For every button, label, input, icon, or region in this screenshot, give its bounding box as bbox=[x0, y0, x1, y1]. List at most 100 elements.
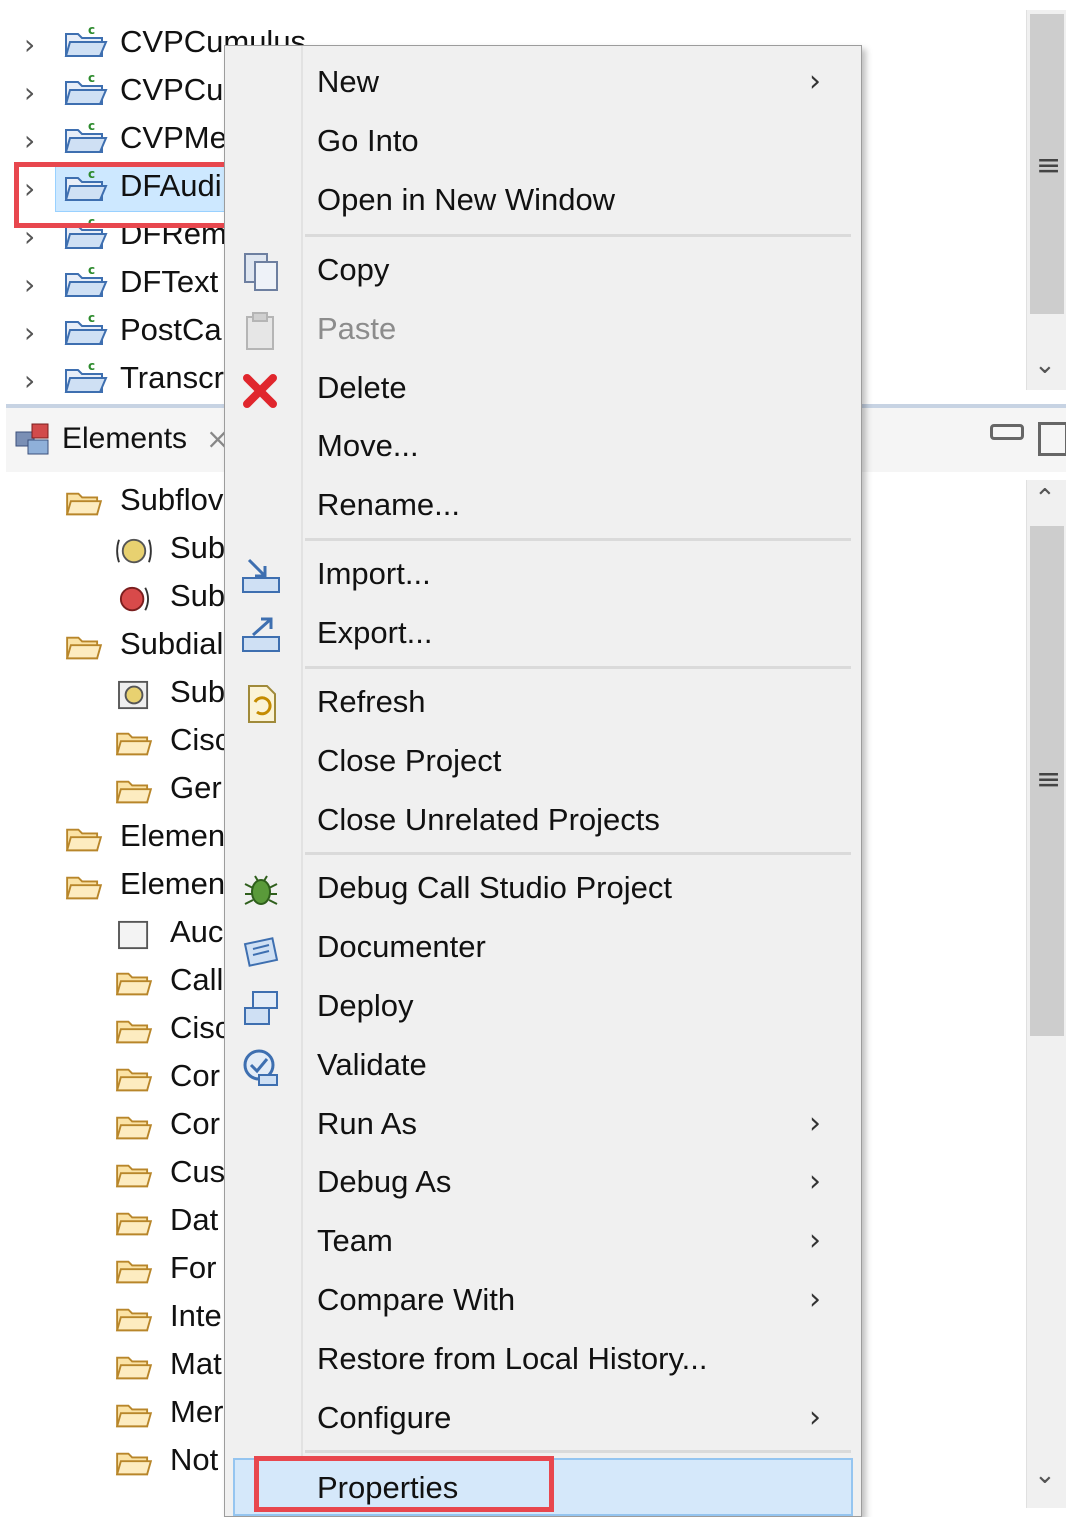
submenu-arrow-icon: › bbox=[809, 1400, 821, 1435]
expand-chevron-icon[interactable]: › bbox=[24, 316, 35, 349]
menu-item-label: Open in New Window bbox=[317, 182, 616, 217]
menu-item-label: Import... bbox=[317, 556, 431, 591]
expand-chevron-icon[interactable]: › bbox=[24, 124, 35, 157]
elements-tree-label: Subdial bbox=[120, 626, 224, 661]
properties-highlight-box bbox=[254, 1456, 554, 1512]
scroll-grip-icon: ≡ bbox=[1036, 762, 1062, 797]
menu-item-open-new-window[interactable]: Open in New Window bbox=[225, 172, 861, 230]
menu-item-new[interactable]: New › bbox=[225, 54, 861, 112]
menu-separator bbox=[305, 666, 851, 669]
menu-item-label: Documenter bbox=[317, 929, 486, 964]
folder-icon bbox=[65, 492, 103, 516]
submenu-arrow-icon: › bbox=[809, 1282, 821, 1317]
expand-chevron-icon[interactable]: › bbox=[24, 76, 35, 109]
menu-item-debug-as[interactable]: Debug As › bbox=[225, 1154, 861, 1212]
expand-chevron-icon[interactable]: › bbox=[24, 268, 35, 301]
menu-item-team[interactable]: Team › bbox=[225, 1213, 861, 1271]
menu-item-close-project[interactable]: Close Project bbox=[225, 733, 861, 791]
project-tree-item[interactable]: › c CVPMe bbox=[0, 114, 230, 162]
folder-icon bbox=[115, 1020, 153, 1044]
svg-text:c: c bbox=[88, 312, 95, 325]
validate-icon bbox=[243, 1049, 278, 1086]
project-tree-item[interactable]: › c CVPCu bbox=[0, 66, 230, 114]
menu-item-refresh[interactable]: Refresh bbox=[225, 674, 861, 732]
svg-text:c: c bbox=[88, 24, 95, 37]
project-tree-label: Transcr bbox=[120, 360, 224, 395]
svg-text:c: c bbox=[88, 264, 95, 277]
submenu-arrow-icon: › bbox=[809, 1106, 821, 1141]
elements-view-title[interactable]: Elements bbox=[62, 422, 187, 456]
menu-item-restore-history[interactable]: Restore from Local History... bbox=[225, 1331, 861, 1389]
folder-icon bbox=[115, 1260, 153, 1284]
project-folder-icon: c bbox=[64, 72, 108, 105]
menu-item-compare-with[interactable]: Compare With › bbox=[225, 1272, 861, 1330]
menu-item-documenter[interactable]: Documenter bbox=[225, 919, 861, 977]
folder-icon bbox=[115, 972, 153, 996]
folder-icon bbox=[115, 1308, 153, 1332]
project-tree-item[interactable]: › c PostCa bbox=[0, 306, 230, 354]
elements-tree-label: Subflov bbox=[120, 482, 224, 517]
project-tree-item[interactable]: › c Transcr bbox=[0, 354, 230, 402]
folder-icon bbox=[115, 1068, 153, 1092]
menu-item-move[interactable]: Move... bbox=[225, 418, 861, 476]
project-tree-item[interactable]: › c CVPCumulus bbox=[0, 18, 306, 66]
folder-icon bbox=[115, 1116, 153, 1140]
copy-icon bbox=[244, 253, 278, 291]
elements-tree-label: Cor bbox=[170, 1058, 220, 1093]
elements-tree-label: Elemen bbox=[120, 866, 226, 901]
deploy-icon bbox=[244, 991, 278, 1025]
subflow-return-icon bbox=[119, 586, 149, 612]
menu-item-rename[interactable]: Rename... bbox=[225, 477, 861, 535]
menu-item-export[interactable]: Export... bbox=[225, 605, 861, 663]
expand-chevron-icon[interactable]: › bbox=[24, 28, 35, 61]
maximize-view-icon[interactable] bbox=[1038, 422, 1066, 456]
menu-item-run-as[interactable]: Run As › bbox=[225, 1096, 861, 1154]
scroll-down-arrow-icon[interactable]: ⌄ bbox=[1034, 350, 1056, 380]
menu-item-close-unrelated[interactable]: Close Unrelated Projects bbox=[225, 792, 861, 850]
menu-item-import[interactable]: Import... bbox=[225, 546, 861, 604]
menu-item-label: Move... bbox=[317, 428, 419, 463]
folder-icon bbox=[115, 1356, 153, 1380]
folder-icon bbox=[65, 828, 103, 852]
submenu-arrow-icon: › bbox=[809, 64, 821, 99]
menu-item-deploy[interactable]: Deploy bbox=[225, 978, 861, 1036]
project-tree-item[interactable]: › c DFText bbox=[0, 258, 230, 306]
project-highlight-box bbox=[14, 162, 240, 228]
menu-item-delete[interactable]: Delete bbox=[225, 360, 861, 418]
delete-icon bbox=[243, 374, 277, 408]
expand-chevron-icon[interactable]: › bbox=[24, 364, 35, 397]
export-icon bbox=[242, 617, 280, 652]
bug-icon bbox=[244, 875, 278, 905]
menu-item-label: Team bbox=[317, 1223, 393, 1258]
project-folder-icon: c bbox=[64, 264, 108, 297]
project-folder-icon: c bbox=[64, 120, 108, 153]
menu-item-configure[interactable]: Configure › bbox=[225, 1390, 861, 1448]
menu-item-paste: Paste bbox=[225, 301, 861, 359]
project-tree-label: PostCa bbox=[120, 312, 222, 347]
elements-tree-label: Dat bbox=[170, 1202, 219, 1237]
menu-separator bbox=[305, 852, 851, 855]
minimize-view-icon[interactable] bbox=[990, 424, 1024, 440]
menu-item-go-into[interactable]: Go Into bbox=[225, 113, 861, 171]
elements-tree-label: Sub bbox=[170, 578, 226, 613]
elements-tree-label: Sub bbox=[170, 530, 226, 565]
folder-icon bbox=[115, 1452, 153, 1476]
elements-tree-label: Cisc bbox=[170, 722, 231, 757]
menu-item-label: Deploy bbox=[317, 988, 414, 1023]
elements-tree-label: Inte bbox=[170, 1298, 222, 1333]
documenter-icon bbox=[243, 937, 279, 967]
folder-icon bbox=[65, 876, 103, 900]
menu-item-label: Paste bbox=[317, 311, 397, 346]
menu-item-copy[interactable]: Copy bbox=[225, 242, 861, 300]
folder-icon bbox=[115, 1404, 153, 1428]
scroll-up-arrow-icon[interactable]: ⌃ bbox=[1034, 484, 1056, 514]
elements-view-icon bbox=[15, 423, 49, 455]
menu-item-label: Refresh bbox=[317, 684, 426, 719]
elements-tree-label: Auc bbox=[170, 914, 224, 949]
menu-item-label: Export... bbox=[317, 615, 433, 650]
project-folder-icon: c bbox=[64, 312, 108, 345]
elements-tree-label: Mat bbox=[170, 1346, 222, 1381]
menu-item-debug-call-studio[interactable]: Debug Call Studio Project bbox=[225, 860, 861, 918]
menu-item-validate[interactable]: Validate bbox=[225, 1037, 861, 1095]
scroll-down-arrow-icon[interactable]: ⌄ bbox=[1034, 1460, 1056, 1490]
